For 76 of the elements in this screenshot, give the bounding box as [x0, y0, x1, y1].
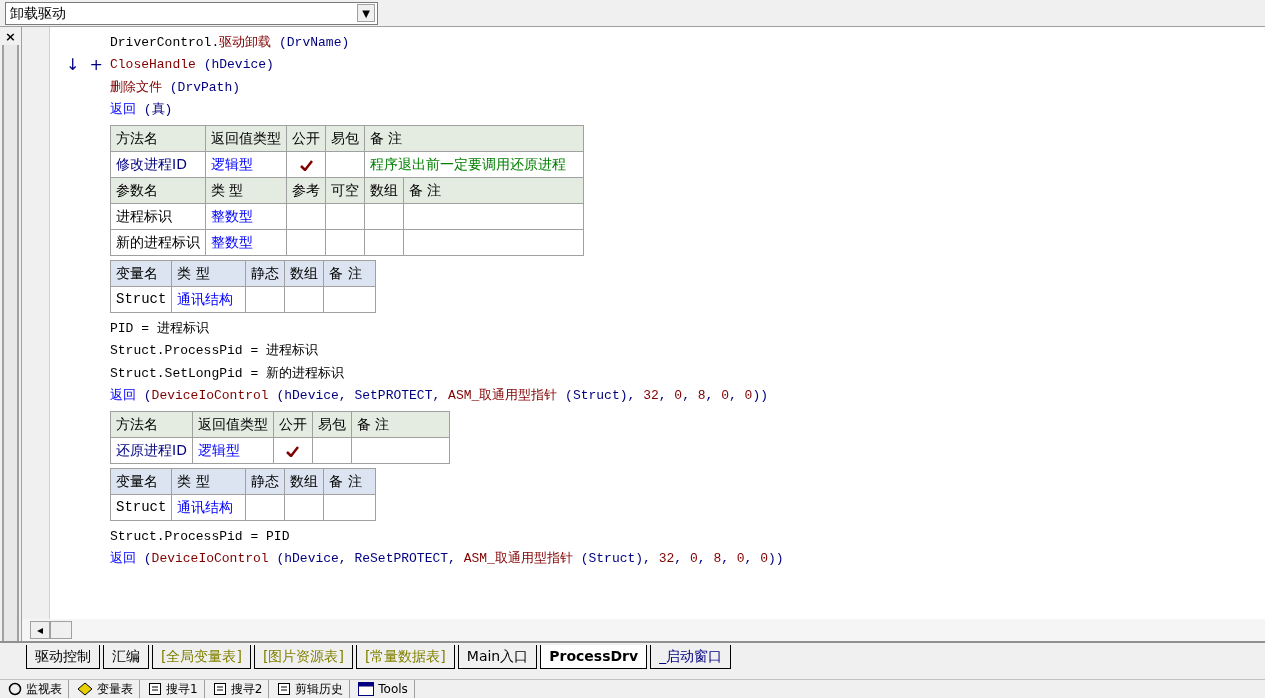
variable-name-cell: Struct: [110, 286, 172, 313]
column-header: 备 注: [364, 125, 584, 152]
document-icon: [148, 682, 162, 696]
note-cell: 程序退出前一定要调用还原进程: [370, 156, 566, 172]
file-tab[interactable]: [全局变量表]: [152, 645, 251, 669]
window-icon: [358, 682, 375, 696]
column-header: 方法名: [110, 411, 193, 438]
column-header: 静态: [245, 260, 285, 287]
column-header: 参考: [286, 177, 326, 204]
code-line: 返回 (DeviceIoControl (hDevice, SetPROTECT, ASM_取通用型指针 (Struct), 32, 0, 8, 0, 0)): [110, 387, 769, 405]
panel-tab[interactable]: 剪辑历史: [271, 680, 351, 698]
file-tab[interactable]: _启动窗口: [650, 645, 732, 669]
column-header: 备 注: [403, 177, 584, 204]
variable-name-cell: Struct: [110, 494, 172, 521]
file-tab[interactable]: ProcessDrv: [540, 645, 648, 669]
type-cell: 整数型: [205, 229, 287, 256]
panel-tab[interactable]: Tools: [352, 680, 415, 698]
panel-tab[interactable]: 监视表: [2, 680, 69, 698]
column-header: 数组: [364, 177, 404, 204]
code-line: 返回 (真): [110, 101, 173, 119]
close-button[interactable]: ×: [0, 27, 21, 45]
gutter-mark: ↓: [66, 53, 80, 76]
panel-tab[interactable]: 搜寻1: [142, 680, 205, 698]
file-tab[interactable]: 驱动控制: [26, 645, 100, 669]
column-header: 数组: [284, 260, 324, 287]
code-line: PID = 进程标识: [110, 319, 209, 338]
column-header: 变量名: [110, 468, 172, 495]
column-header: 方法名: [110, 125, 206, 152]
code-line: Struct.ProcessPid = 进程标识: [110, 342, 319, 360]
column-header: 类 型: [171, 468, 246, 495]
scrollbar-thumb[interactable]: [50, 621, 72, 639]
file-tab[interactable]: [图片资源表]: [253, 645, 353, 669]
column-header: 类 型: [205, 177, 287, 204]
code-line: Struct.SetLongPid = 新的进程标识: [110, 364, 345, 383]
type-cell: 整数型: [205, 203, 287, 230]
code-line: Struct.ProcessPid = PID: [110, 527, 290, 546]
column-header: 返回值类型: [205, 125, 287, 152]
code-line: CloseHandle (hDevice): [110, 56, 274, 74]
method-name-cell: 还原进程ID: [110, 437, 193, 464]
scroll-left-button[interactable]: ◂: [30, 621, 50, 639]
type-cell: 通讯结构: [171, 286, 246, 313]
panel-tab[interactable]: 变量表: [71, 680, 140, 698]
document-icon: [277, 682, 292, 696]
file-tab[interactable]: 汇编: [103, 645, 149, 669]
dropdown-field[interactable]: 卸载驱动 ▼: [5, 1, 378, 25]
panel-tab[interactable]: 搜寻2: [206, 680, 270, 698]
column-header: 静态: [245, 468, 285, 495]
column-header: 公开: [286, 125, 326, 152]
param-name-cell: 进程标识: [110, 203, 206, 230]
method-name-cell: 修改进程ID: [110, 151, 206, 178]
column-header: 变量名: [110, 260, 172, 287]
file-tab[interactable]: [常量数据表]: [355, 645, 455, 669]
file-tab[interactable]: Main入口: [457, 645, 538, 669]
column-header: 参数名: [110, 177, 206, 204]
column-header: 易包: [325, 125, 365, 152]
column-header: 可空: [325, 177, 365, 204]
diamond-icon: [77, 682, 93, 696]
type-cell: 通讯结构: [171, 494, 246, 521]
document-icon: [212, 682, 227, 696]
column-header: 备 注: [323, 468, 376, 495]
column-header: 备 注: [323, 260, 376, 287]
dropdown-button[interactable]: ▼: [357, 4, 375, 22]
type-cell: 逻辑型: [192, 437, 274, 464]
code-line: 删除文件 (DrvPath): [110, 78, 240, 97]
column-header: 备 注: [351, 411, 450, 438]
type-cell: 逻辑型: [205, 151, 287, 178]
code-line: 返回 (DeviceIoControl (hDevice, ReSetPROTECT, ASM_取通用型指针 (Struct), 32, 0, 8, 0, 0)): [110, 550, 784, 568]
gutter-mark: +: [89, 53, 103, 76]
column-header: 数组: [284, 468, 324, 495]
param-name-cell: 新的进程标识: [110, 229, 206, 256]
column-header: 类 型: [171, 260, 246, 287]
column-header: 公开: [273, 411, 313, 438]
column-header: 返回值类型: [192, 411, 274, 438]
circle-icon: [8, 682, 22, 696]
column-header: 易包: [312, 411, 352, 438]
code-line: DriverControl.驱动卸载 (DrvName): [110, 33, 350, 52]
